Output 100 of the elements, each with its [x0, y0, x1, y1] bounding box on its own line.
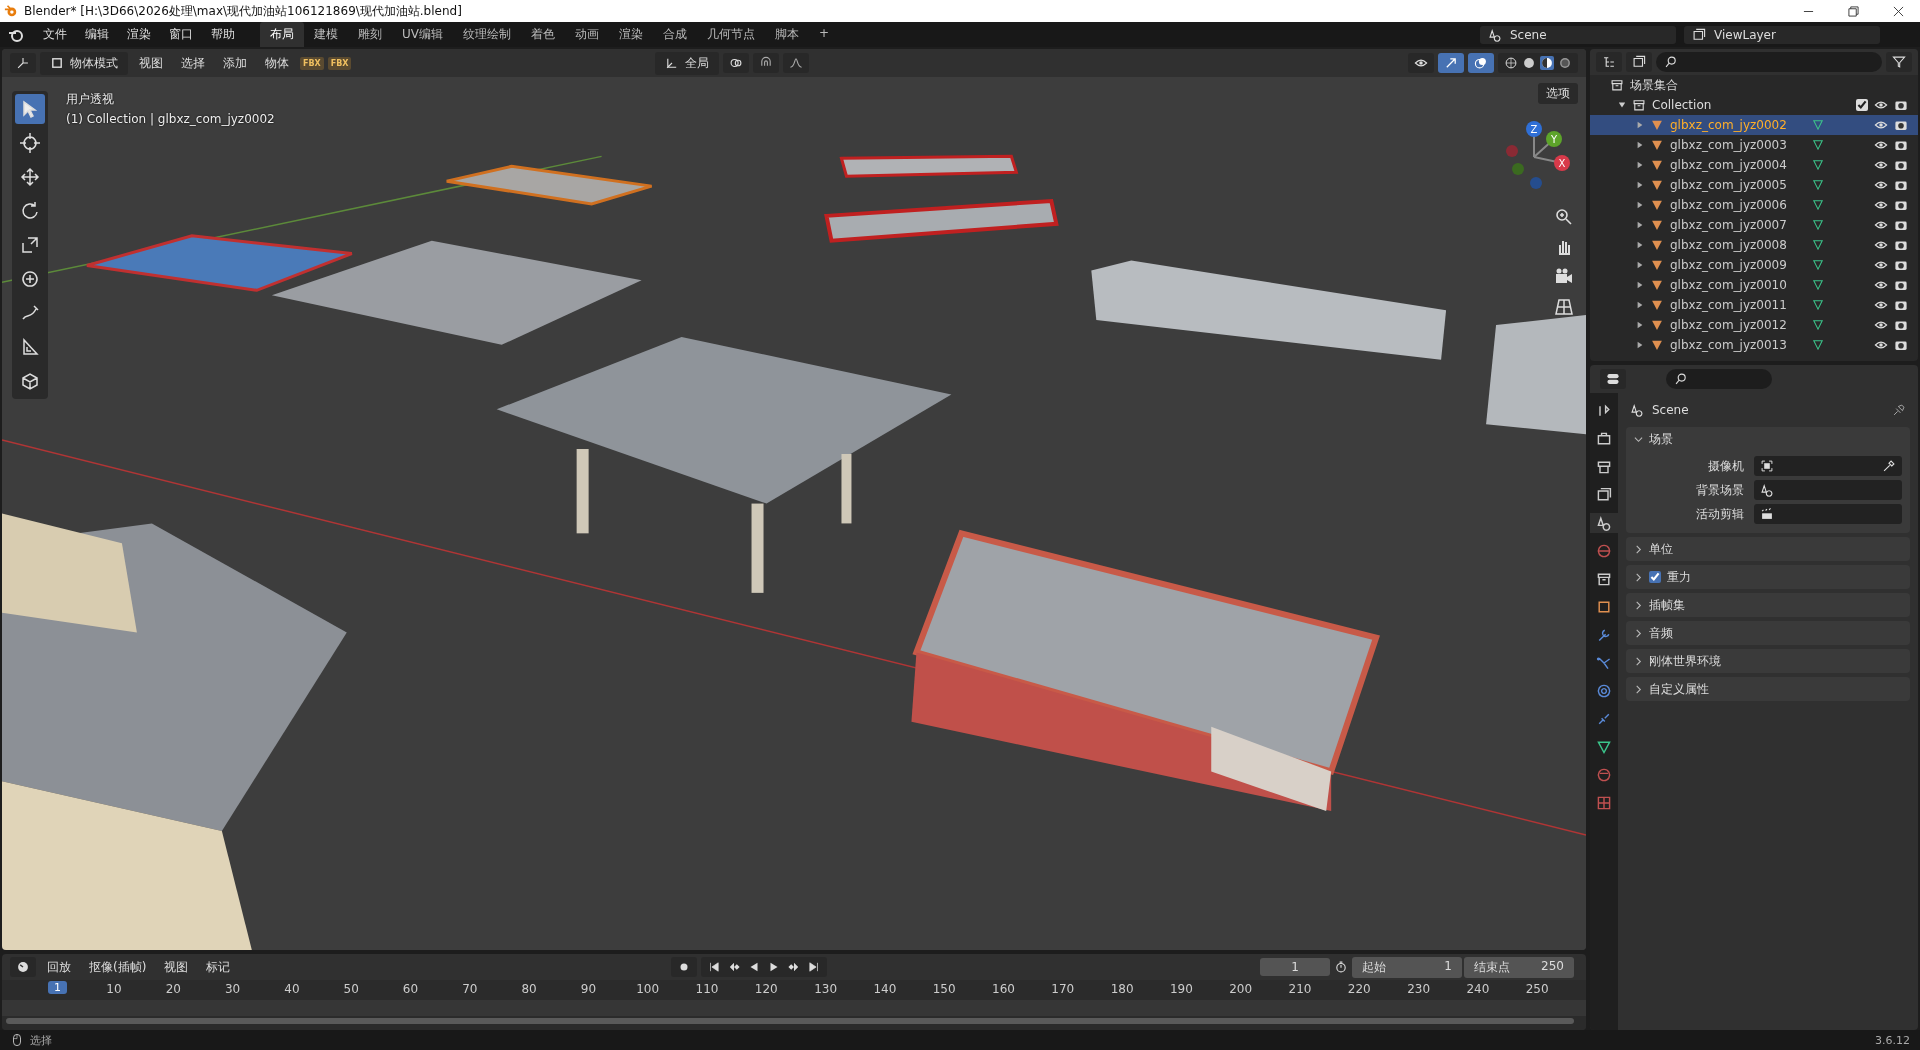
panel-title[interactable]: 刚体世界环境 [1649, 652, 1721, 670]
workspace-tab[interactable]: 着色 [521, 22, 565, 47]
stopwatch-icon[interactable] [1334, 960, 1348, 974]
mesh-data-icon[interactable] [1810, 118, 1825, 132]
view-layer-selector[interactable]: ViewLayer [1684, 25, 1880, 44]
mesh-data-icon[interactable] [1810, 218, 1825, 232]
current-frame-field[interactable]: 1 [1260, 958, 1330, 976]
chevron-icon[interactable] [1634, 656, 1643, 666]
proportional-button[interactable] [783, 53, 809, 73]
expand-arrow-icon[interactable] [1636, 341, 1644, 349]
properties-tab[interactable] [1590, 513, 1618, 533]
orientation-dropdown[interactable]: 全局 [655, 51, 719, 75]
outliner-row[interactable]: glbxz_com_jyz0002 [1590, 115, 1918, 135]
expand-arrow-icon[interactable] [1636, 321, 1644, 329]
material-shading-icon[interactable] [1540, 56, 1554, 70]
input-field[interactable] [1754, 456, 1902, 476]
mesh-data-icon[interactable] [1810, 298, 1825, 312]
record-button[interactable] [670, 957, 697, 977]
mesh-data-icon[interactable] [1810, 138, 1825, 152]
menu-item[interactable]: 窗口 [162, 24, 200, 45]
mesh-data-icon[interactable] [1810, 238, 1825, 252]
current-frame-marker[interactable]: 1 [48, 981, 67, 994]
workspace-tab[interactable]: 建模 [304, 22, 348, 47]
outliner-row[interactable]: glbxz_com_jyz0012 [1590, 315, 1918, 335]
expand-arrow-icon[interactable] [1636, 281, 1644, 289]
scene-selector[interactable]: Scene [1480, 25, 1676, 44]
outliner-item[interactable]: Collection [1652, 98, 1712, 112]
menu-item[interactable]: 物体 [258, 52, 296, 74]
jump-end-icon[interactable] [806, 960, 821, 974]
expand-arrow-icon[interactable] [1636, 201, 1644, 209]
mesh-data-icon[interactable] [1810, 178, 1825, 192]
mesh-data-icon[interactable] [1810, 338, 1825, 352]
outliner-row[interactable]: glbxz_com_jyz0006 [1590, 195, 1918, 215]
menu-item[interactable]: 回放 [40, 956, 78, 978]
workspace-tab[interactable]: UV编辑 [392, 22, 453, 47]
menu-item[interactable]: 抠像(插帧) [82, 956, 154, 978]
checkbox[interactable] [1649, 571, 1661, 583]
frame-ruler[interactable]: 1 10 20 30 40 50 60 70 80 90 100 110 120 130 140 150 160 170 180 190 200 210 220 230 240 250 [2, 980, 1586, 1030]
chevron-icon[interactable] [1634, 684, 1643, 694]
fbx-button[interactable]: FBX [327, 56, 352, 70]
editor-type-button[interactable] [10, 53, 36, 73]
workspace-tab[interactable]: 几何节点 [697, 22, 765, 47]
menu-item[interactable]: 视图 [157, 956, 196, 978]
add-workspace-button[interactable]: + [809, 22, 840, 47]
mesh-data-icon[interactable] [1810, 258, 1825, 272]
select-tool[interactable] [15, 94, 45, 124]
menu-item[interactable]: 视图 [132, 52, 170, 74]
menu-item[interactable]: 选择 [174, 52, 212, 74]
snap-button[interactable] [753, 53, 779, 73]
panel-title[interactable]: 插帧集 [1649, 596, 1685, 614]
end-frame-field[interactable]: 结束点 250 [1464, 956, 1574, 978]
close-icon[interactable] [1893, 5, 1904, 17]
expand-arrow-icon[interactable] [1636, 241, 1644, 249]
pin-icon[interactable] [1892, 403, 1906, 417]
mesh-data-icon[interactable] [1810, 278, 1825, 292]
options-button[interactable]: 选项 [1538, 83, 1578, 104]
outliner-row[interactable]: glbxz_com_jyz0010 [1590, 275, 1918, 295]
navigation-gizmo[interactable]: Z Y X [1494, 117, 1574, 197]
start-frame-field[interactable]: 起始 1 [1352, 956, 1462, 978]
outliner-row[interactable]: glbxz_com_jyz0008 [1590, 235, 1918, 255]
pivot-button[interactable] [723, 53, 749, 73]
workspace-tab[interactable]: 纹理绘制 [453, 22, 521, 47]
view-layer-button[interactable] [1626, 52, 1652, 72]
panel-title[interactable]: 自定义属性 [1649, 680, 1709, 698]
chevron-icon[interactable] [1634, 544, 1643, 554]
chevron-icon[interactable] [1634, 572, 1643, 582]
outliner-row[interactable]: glbxz_com_jyz0003 [1590, 135, 1918, 155]
workspace-tab[interactable]: 脚本 [765, 22, 809, 47]
editor-type-button[interactable] [10, 957, 36, 977]
workspace-tab[interactable]: 动画 [565, 22, 609, 47]
chevron-icon[interactable] [1634, 600, 1643, 610]
outliner-row[interactable]: glbxz_com_jyz0007 [1590, 215, 1918, 235]
workspace-tab[interactable]: 渲染 [609, 22, 653, 47]
outliner-item[interactable]: 场景集合 [1630, 76, 1678, 94]
input-field[interactable] [1754, 480, 1902, 500]
visibility-button[interactable] [1408, 53, 1434, 73]
workspace-tab[interactable]: 合成 [653, 22, 697, 47]
menu-item[interactable]: 编辑 [78, 24, 116, 45]
scrollbar[interactable] [6, 1018, 1574, 1024]
search-field[interactable] [1656, 52, 1882, 72]
fbx-button[interactable]: FBX [300, 56, 324, 70]
menu-item[interactable]: 标记 [199, 956, 238, 978]
workspace-tab[interactable]: 雕刻 [348, 22, 392, 47]
overlay-button[interactable] [1468, 53, 1494, 73]
expand-arrow-icon[interactable] [1636, 141, 1644, 149]
wireframe-shading-icon[interactable] [1504, 56, 1518, 70]
outliner-row[interactable]: glbxz_com_jyz0005 [1590, 175, 1918, 195]
chevron-icon[interactable] [1634, 434, 1643, 444]
panel-title[interactable]: 场景 [1649, 430, 1673, 448]
mesh-data-icon[interactable] [1810, 198, 1825, 212]
rendered-shading-icon[interactable] [1558, 56, 1572, 70]
panel-title[interactable]: 单位 [1649, 540, 1673, 558]
panel-title[interactable]: 音频 [1649, 624, 1673, 642]
mesh-data-icon[interactable] [1810, 158, 1825, 172]
outliner-row[interactable]: glbxz_com_jyz0011 [1590, 295, 1918, 315]
solid-shading-icon[interactable] [1522, 56, 1536, 70]
restore-icon[interactable] [1848, 5, 1859, 17]
expand-arrow-icon[interactable] [1636, 301, 1644, 309]
eyedropper-icon[interactable] [1882, 459, 1896, 473]
expand-arrow-icon[interactable] [1636, 161, 1644, 169]
